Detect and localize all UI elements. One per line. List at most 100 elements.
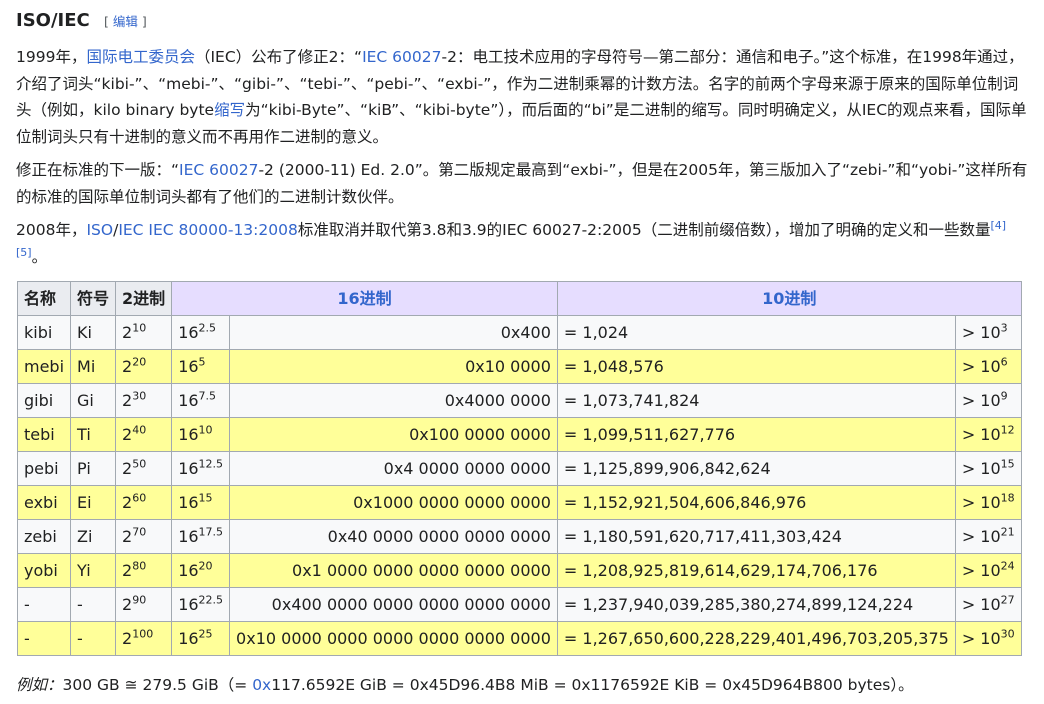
table-row: exbi Ei 260 1615 0x1000 0000 0000 0000 = 1,15…	[16, 485, 1022, 520]
cell-name: exbi	[16, 485, 72, 520]
cell-hex-power: 162.5	[171, 315, 231, 350]
table-row: kibi Ki 210 162.5 0x400 = 1,024 > 103	[16, 315, 1022, 350]
cell-symbol: -	[70, 587, 117, 622]
header-symbol: 符号	[70, 281, 117, 316]
cell-symbol: Zi	[70, 519, 117, 554]
cell-decimal-value: = 1,024	[556, 315, 956, 350]
edit-link[interactable]: 编辑	[113, 14, 138, 29]
link-iso[interactable]: ISO	[86, 221, 113, 239]
cell-decimal-compare: > 1018	[954, 485, 1022, 520]
cell-decimal-compare: > 106	[954, 349, 1022, 384]
cell-decimal-compare: > 1015	[954, 451, 1022, 486]
header-name: 名称	[16, 281, 72, 316]
link-hex[interactable]: 0x	[252, 676, 271, 694]
edit-section: [ 编辑 ]	[104, 14, 147, 29]
cell-decimal-value: = 1,267,650,600,228,229,401,496,703,205,…	[556, 621, 956, 656]
cell-hex-power: 1625	[171, 621, 231, 656]
cell-hex-power: 1610	[171, 417, 231, 452]
binary-prefix-table: 名称 符号 2进制 16进制 10进制 kibi Ki 210 162.5 0x400 =…	[16, 281, 1022, 656]
link-abbreviation[interactable]: 缩写	[214, 101, 245, 119]
cell-name: mebi	[16, 349, 72, 384]
cell-binary-power: 230	[115, 383, 173, 418]
paragraph-2: 修正在标准的下一版：“IEC 60027-2 (2000-11) Ed. 2.0…	[16, 161, 1028, 206]
table-row: pebi Pi 250 1612.5 0x4 0000 0000 0000 = 1,125…	[16, 451, 1022, 486]
cell-name: kibi	[16, 315, 72, 350]
cell-decimal-value: = 1,125,899,906,842,624	[556, 451, 956, 486]
table-row: gibi Gi 230 167.5 0x4000 0000 = 1,073,741,824…	[16, 383, 1022, 418]
table-row: - -2100 1625 0x10 0000 0000 0000 0000 0000 …	[16, 621, 1022, 656]
cell-binary-power: 260	[115, 485, 173, 520]
cell-symbol: -	[70, 621, 117, 656]
cell-decimal-value: = 1,180,591,620,717,411,303,424	[556, 519, 956, 554]
cell-name: yobi	[16, 553, 72, 588]
cell-hex-value: 0x4 0000 0000 0000	[229, 451, 558, 486]
table-row: mebi Mi 220 165 0x10 0000 = 1,048,576 > 106	[16, 349, 1022, 384]
cell-hex-power: 1612.5	[171, 451, 231, 486]
reference-4[interactable]: [4]	[990, 219, 1006, 232]
paragraph-3: 2008年，ISO/IEC IEC 80000-13:2008标准取消并取代第3…	[16, 218, 1007, 266]
cell-binary-power: 210	[115, 315, 173, 350]
example-note: 例如：300 GB ≅ 279.5 GiB（= 0x117.6592E GiB …	[16, 676, 914, 694]
cell-decimal-value: = 1,048,576	[556, 349, 956, 384]
link-iec-80000[interactable]: IEC IEC 80000-13:2008	[118, 221, 298, 239]
cell-binary-power: 2100	[115, 621, 173, 656]
cell-decimal-compare: > 1027	[954, 587, 1022, 622]
cell-hex-power: 1617.5	[171, 519, 231, 554]
cell-symbol: Ki	[70, 315, 117, 350]
cell-hex-value: 0x40 0000 0000 0000 0000	[229, 519, 558, 554]
cell-decimal-value: = 1,073,741,824	[556, 383, 956, 418]
cell-name: tebi	[16, 417, 72, 452]
cell-symbol: Yi	[70, 553, 117, 588]
cell-decimal-value: = 1,237,940,039,285,380,274,899,124,224	[556, 587, 956, 622]
cell-hex-power: 165	[171, 349, 231, 384]
cell-decimal-compare: > 103	[954, 315, 1022, 350]
cell-name: gibi	[16, 383, 72, 418]
cell-binary-power: 280	[115, 553, 173, 588]
cell-hex-value: 0x1000 0000 0000 0000	[229, 485, 558, 520]
cell-hex-value: 0x10 0000	[229, 349, 558, 384]
cell-decimal-value: = 1,099,511,627,776	[556, 417, 956, 452]
link-iec-60027[interactable]: IEC 60027	[362, 48, 441, 66]
table-row: tebi Ti 240 1610 0x100 0000 0000 = 1,099,511,…	[16, 417, 1022, 452]
cell-decimal-compare: > 1030	[954, 621, 1022, 656]
cell-hex-power: 167.5	[171, 383, 231, 418]
cell-decimal-compare: > 1024	[954, 553, 1022, 588]
cell-symbol: Ei	[70, 485, 117, 520]
cell-decimal-compare: > 1021	[954, 519, 1022, 554]
cell-name: zebi	[16, 519, 72, 554]
reference-5[interactable]: [5]	[16, 245, 32, 258]
section-title: ISO/IEC	[16, 10, 90, 31]
cell-symbol: Mi	[70, 349, 117, 384]
cell-decimal-compare: > 1012	[954, 417, 1022, 452]
cell-decimal-value: = 1,208,925,819,614,629,174,706,176	[556, 553, 956, 588]
link-iec-commission[interactable]: 国际电工委员会	[86, 48, 195, 66]
cell-binary-power: 270	[115, 519, 173, 554]
link-iec-60027-2[interactable]: IEC 60027	[179, 161, 258, 179]
cell-hex-value: 0x10 0000 0000 0000 0000 0000 0000	[229, 621, 558, 656]
cell-hex-value: 0x1 0000 0000 0000 0000 0000	[229, 553, 558, 588]
cell-hex-power: 1615	[171, 485, 231, 520]
table-body: kibi Ki 210 162.5 0x400 = 1,024 > 103 mebi Mi 220…	[16, 315, 1022, 656]
cell-hex-value: 0x4000 0000	[229, 383, 558, 418]
table-row: zebi Zi 270 1617.5 0x40 0000 0000 0000 0000 =…	[16, 519, 1022, 554]
cell-decimal-compare: > 109	[954, 383, 1022, 418]
cell-hex-power: 1620	[171, 553, 231, 588]
cell-binary-power: 290	[115, 587, 173, 622]
cell-name: -	[16, 587, 72, 622]
cell-symbol: Gi	[70, 383, 117, 418]
paragraph-1: 1999年，国际电工委员会（IEC）公布了修正2：“IEC 60027-2：电工…	[16, 48, 1027, 146]
header-hex: 16进制	[171, 281, 558, 316]
cell-name: pebi	[16, 451, 72, 486]
cell-hex-value: 0x400 0000 0000 0000 0000 0000	[229, 587, 558, 622]
table-row: - -290 1622.5 0x400 0000 0000 0000 0000 000…	[16, 587, 1022, 622]
cell-name: -	[16, 621, 72, 656]
article-section: ISO/IEC [ 编辑 ] 1999年，国际电工委员会（IEC）公布了修正2：…	[0, 0, 1044, 697]
cell-binary-power: 240	[115, 417, 173, 452]
cell-decimal-value: = 1,152,921,504,606,846,976	[556, 485, 956, 520]
cell-hex-value: 0x100 0000 0000	[229, 417, 558, 452]
cell-symbol: Pi	[70, 451, 117, 486]
header-binary: 2进制	[115, 281, 173, 316]
table-row: yobi Yi 280 1620 0x1 0000 0000 0000 0000 000…	[16, 553, 1022, 588]
section-heading: ISO/IEC [ 编辑 ]	[16, 6, 1032, 37]
cell-binary-power: 220	[115, 349, 173, 384]
